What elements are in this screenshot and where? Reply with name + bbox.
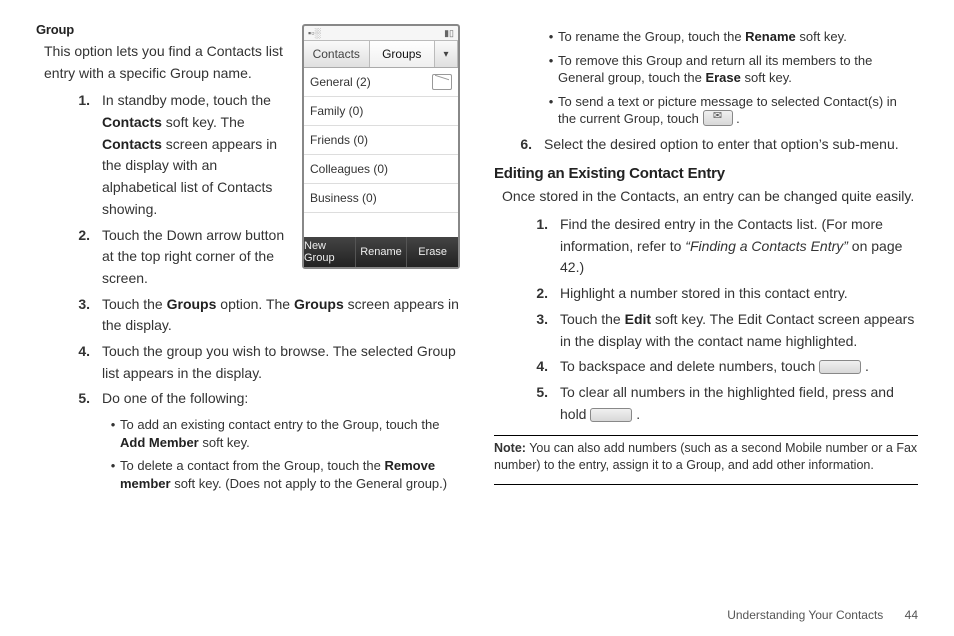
step-text: To backspace and delete numbers, touch .: [560, 356, 918, 378]
right-column: • To rename the Group, touch the Rename …: [494, 22, 918, 498]
group-label: General (2): [310, 75, 371, 89]
group-row: Colleagues (0): [304, 155, 458, 184]
note-rule-top: [494, 435, 918, 436]
group-label: Family (0): [310, 104, 363, 118]
step-item: 5. To clear all numbers in the highlight…: [524, 382, 918, 425]
footer-section: Understanding Your Contacts: [727, 608, 883, 622]
softkey-new-group: New Group: [304, 237, 356, 267]
bullet-item: • To add an existing contact entry to th…: [106, 416, 460, 451]
step-text: Highlight a number stored in this contac…: [560, 283, 918, 305]
softkey-erase: Erase: [407, 237, 458, 267]
bullet-dot: •: [544, 28, 558, 46]
step-text: Touch the Groups option. The Groups scre…: [102, 294, 460, 337]
bullet-dot: •: [544, 52, 558, 87]
bullet-text: To rename the Group, touch the Rename so…: [558, 28, 918, 46]
phone-tabs: Contacts Groups ▾: [304, 41, 458, 68]
step-number: 3.: [66, 294, 102, 337]
phone-status-bar: ▪▫░ ▮▯: [304, 26, 458, 41]
bullet-text: To delete a contact from the Group, touc…: [120, 457, 460, 492]
battery-icon: ▮▯: [444, 28, 454, 39]
softkey-rename: Rename: [356, 237, 408, 267]
bullet-item: • To send a text or picture message to s…: [544, 93, 918, 128]
step-item: 4. Touch the group you wish to browse. T…: [66, 341, 460, 384]
phone-softkeys: New Group Rename Erase: [304, 237, 458, 267]
note-rule-bottom: [494, 484, 918, 485]
tab-dropdown-arrow: ▾: [435, 41, 458, 67]
group-label: Business (0): [310, 191, 377, 205]
step-text: Select the desired option to enter that …: [544, 134, 918, 156]
note-text: Note: You can also add numbers (such as …: [494, 440, 918, 474]
step-number: 6.: [508, 134, 544, 156]
backspace-button-icon: [819, 360, 861, 374]
step-number: 5.: [524, 382, 560, 425]
step-text: To clear all numbers in the highlighted …: [560, 382, 918, 425]
envelope-icon: [432, 74, 452, 90]
bullet-item: • To delete a contact from the Group, to…: [106, 457, 460, 492]
step-number: 4.: [524, 356, 560, 378]
step-text: Touch the Down arrow button at the top r…: [102, 225, 292, 290]
step-number: 2.: [524, 283, 560, 305]
group-row: Family (0): [304, 97, 458, 126]
step-item: 3. Touch the Groups option. The Groups s…: [66, 294, 460, 337]
group-row: General (2): [304, 68, 458, 97]
bullet-dot: •: [544, 93, 558, 128]
bullet-text: To add an existing contact entry to the …: [120, 416, 460, 451]
left-column: ▪▫░ ▮▯ Contacts Groups ▾ General (2) Fam…: [36, 22, 460, 498]
bullet-dot: •: [106, 416, 120, 451]
tab-contacts: Contacts: [304, 41, 370, 67]
note-label: Note:: [494, 441, 526, 455]
two-columns: ▪▫░ ▮▯ Contacts Groups ▾ General (2) Fam…: [36, 22, 918, 498]
bullet-text: To remove this Group and return all its …: [558, 52, 918, 87]
step-text: Touch the Edit soft key. The Edit Contac…: [560, 309, 918, 352]
envelope-button-icon: [703, 110, 733, 126]
step-number: 4.: [66, 341, 102, 384]
step-number: 3.: [524, 309, 560, 352]
step-item: 2. Touch the Down arrow button at the to…: [66, 225, 292, 290]
group-label: Colleagues (0): [310, 162, 388, 176]
group-row: Business (0): [304, 184, 458, 213]
phone-group-list: General (2) Family (0) Friends (0) Colle…: [304, 68, 458, 237]
step-number: 2.: [66, 225, 102, 290]
page: ▪▫░ ▮▯ Contacts Groups ▾ General (2) Fam…: [0, 0, 954, 636]
step-number: 5.: [66, 388, 102, 410]
editing-intro: Once stored in the Contacts, an entry ca…: [502, 186, 918, 208]
right-top-bullets: • To rename the Group, touch the Rename …: [544, 28, 918, 128]
editing-heading: Editing an Existing Contact Entry: [494, 165, 918, 182]
bullet-dot: •: [106, 457, 120, 492]
group-label: Friends (0): [310, 133, 368, 147]
signal-icon: ▪▫░: [308, 28, 321, 38]
step-item: 3. Touch the Edit soft key. The Edit Con…: [524, 309, 918, 352]
group-row: Friends (0): [304, 126, 458, 155]
step-text: In standby mode, touch the Contacts soft…: [102, 90, 292, 220]
step-item: 6. Select the desired option to enter th…: [508, 134, 918, 156]
bullet-item: • To rename the Group, touch the Rename …: [544, 28, 918, 46]
step-item: 1. In standby mode, touch the Contacts s…: [66, 90, 292, 220]
step-text: Find the desired entry in the Contacts l…: [560, 214, 918, 279]
step-number: 1.: [66, 90, 102, 220]
hold-button-icon: [590, 408, 632, 422]
footer-page-number: 44: [905, 608, 918, 622]
tab-groups: Groups: [370, 41, 436, 67]
bullet-item: • To remove this Group and return all it…: [544, 52, 918, 87]
step-number: 1.: [524, 214, 560, 279]
step-item: 4. To backspace and delete numbers, touc…: [524, 356, 918, 378]
step-item: 5. Do one of the following:: [66, 388, 460, 410]
phone-screenshot: ▪▫░ ▮▯ Contacts Groups ▾ General (2) Fam…: [302, 24, 460, 269]
bullet-text: To send a text or picture message to sel…: [558, 93, 918, 128]
step-item: 2. Highlight a number stored in this con…: [524, 283, 918, 305]
step-item: 1. Find the desired entry in the Contact…: [524, 214, 918, 279]
step-text: Touch the group you wish to browse. The …: [102, 341, 460, 384]
editing-steps: 1. Find the desired entry in the Contact…: [524, 214, 918, 425]
step-six-list: 6. Select the desired option to enter th…: [508, 134, 918, 156]
group-sub-bullets: • To add an existing contact entry to th…: [106, 416, 460, 492]
step-text: Do one of the following:: [102, 388, 460, 410]
group-intro: This option lets you find a Contacts lis…: [44, 41, 304, 84]
page-footer: Understanding Your Contacts 44: [727, 608, 918, 622]
